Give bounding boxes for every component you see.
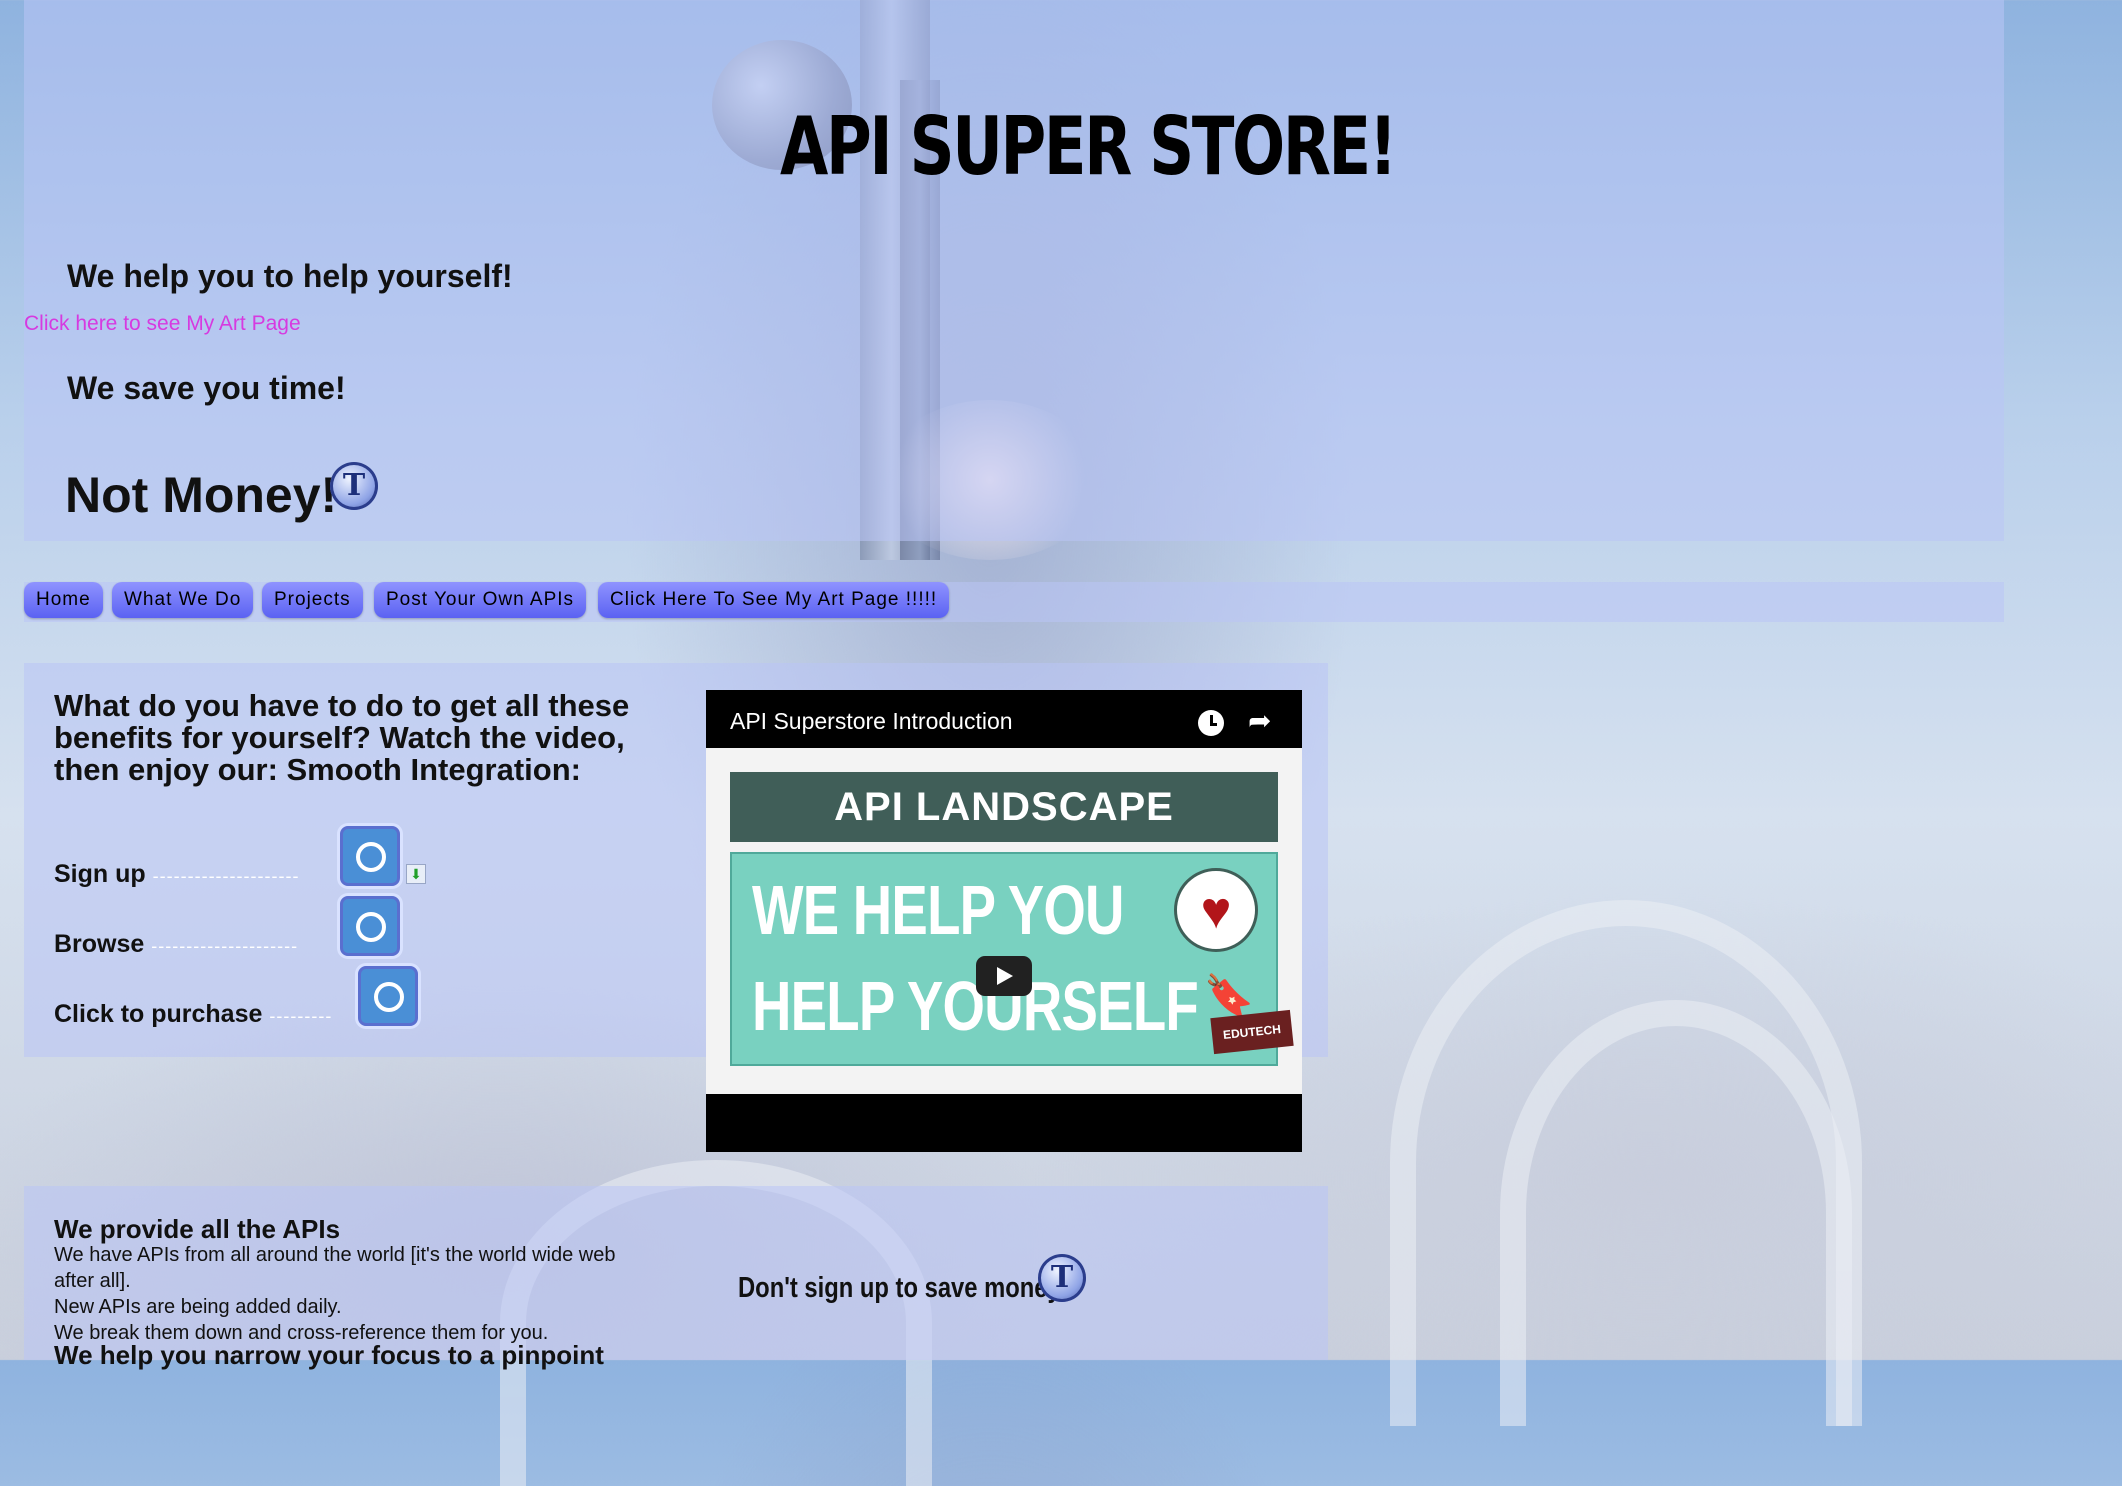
apis-heading: We provide all the APIs bbox=[54, 1214, 341, 1244]
tagline-help-yourself: We help you to help yourself! bbox=[67, 258, 513, 294]
download-icon: ⬇ bbox=[406, 864, 426, 884]
sign-up-icon[interactable] bbox=[340, 826, 400, 886]
apis-text-line: New APIs are being added daily. bbox=[54, 1296, 342, 1318]
thumbnail-line-2: HELP YOURSELF bbox=[752, 967, 1199, 1045]
step-dashes: --------------------- bbox=[152, 866, 300, 886]
step-label: Sign up bbox=[54, 860, 146, 888]
nav-home-button[interactable]: Home bbox=[24, 582, 103, 618]
apis-subheading: We help you narrow your focus to a pinpo… bbox=[54, 1340, 604, 1370]
heart-icon: ♥ bbox=[1174, 868, 1258, 952]
step-dashes: --------------------- bbox=[151, 936, 299, 956]
bookmark-icon: 🔖 bbox=[1204, 974, 1254, 1018]
thumbnail-header: API LANDSCAPE bbox=[730, 772, 1278, 842]
logo-icon: T bbox=[330, 462, 378, 510]
art-page-link[interactable]: Click here to see My Art Page bbox=[24, 312, 301, 336]
step-label: Click to purchase bbox=[54, 1000, 263, 1028]
step-label: Browse bbox=[54, 930, 145, 958]
nav-art-page-button[interactable]: Click Here To See My Art Page !!!!! bbox=[598, 582, 950, 618]
edutech-badge: EDUTECH bbox=[1210, 1009, 1294, 1055]
logo-letter: T bbox=[1050, 1260, 1074, 1295]
nav-what-we-do-button[interactable]: What We Do bbox=[112, 582, 254, 618]
background-arch bbox=[1500, 1000, 1852, 1426]
video-player[interactable]: API Superstore Introduction ➦ API LANDSC… bbox=[706, 690, 1302, 1152]
browse-icon[interactable] bbox=[340, 896, 400, 956]
step-purchase: Click to purchase --------- bbox=[54, 1000, 332, 1029]
tagline-not-money: Not Money! bbox=[65, 467, 338, 523]
watch-later-icon[interactable] bbox=[1198, 710, 1224, 736]
video-thumbnail[interactable]: API LANDSCAPE WE HELP YOU HELP YOURSELF … bbox=[706, 748, 1302, 1094]
site-title: API SUPER STORE! bbox=[780, 100, 1397, 193]
nav-projects-button[interactable]: Projects bbox=[262, 582, 363, 618]
video-title[interactable]: API Superstore Introduction bbox=[730, 708, 1013, 735]
play-button[interactable] bbox=[976, 956, 1032, 996]
thumbnail-line-1: WE HELP YOU bbox=[752, 871, 1124, 949]
share-icon[interactable]: ➦ bbox=[1248, 704, 1271, 737]
purchase-icon[interactable] bbox=[358, 966, 418, 1026]
apis-text-line: We have APIs from all around the world [… bbox=[54, 1244, 616, 1292]
logo-icon: T bbox=[1038, 1254, 1086, 1302]
nav-post-apis-button[interactable]: Post Your Own APIs bbox=[374, 582, 587, 618]
step-browse: Browse --------------------- bbox=[54, 930, 298, 959]
step-dashes: --------- bbox=[269, 1006, 333, 1026]
tagline-save-time: We save you time! bbox=[67, 370, 346, 406]
intro-heading: What do you have to do to get all these … bbox=[54, 688, 630, 787]
dont-sign-up-text: Don't sign up to save money bbox=[738, 1272, 1061, 1304]
step-sign-up: Sign up --------------------- bbox=[54, 860, 300, 889]
logo-letter: T bbox=[342, 468, 366, 503]
